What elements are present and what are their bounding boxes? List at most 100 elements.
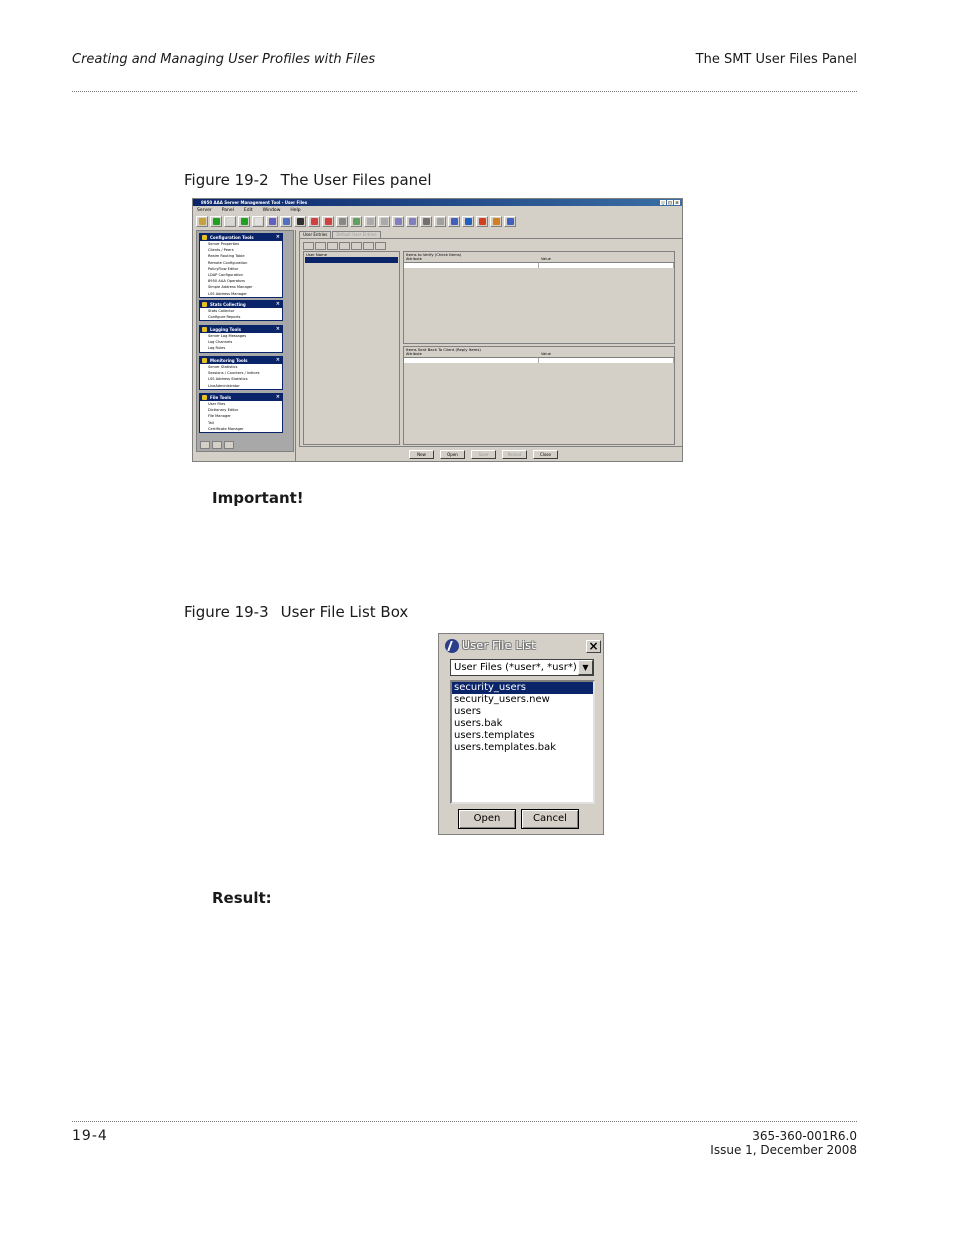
toolbar-button[interactable] bbox=[434, 216, 446, 227]
menu-item[interactable]: Panel bbox=[222, 207, 234, 214]
list-item[interactable]: users.templates.bak bbox=[452, 742, 593, 754]
smt-tools-sidebar: Configuration ToolsServer PropertiesClie… bbox=[196, 230, 294, 452]
toolbar-button[interactable] bbox=[490, 216, 502, 227]
tool-group-header[interactable]: Monitoring Tools bbox=[200, 357, 282, 364]
panel-tool-icon[interactable] bbox=[339, 242, 350, 250]
down-arrow-icon[interactable] bbox=[375, 242, 386, 250]
toolbar-button[interactable] bbox=[392, 216, 404, 227]
figure-caption-text: The User Files panel bbox=[280, 171, 432, 189]
file-list[interactable]: security_users security_users.new users use… bbox=[450, 680, 595, 804]
toolbar-button[interactable] bbox=[280, 216, 292, 227]
toolbar-button[interactable] bbox=[294, 216, 306, 227]
open-button[interactable]: Open bbox=[458, 809, 516, 829]
figure-caption-text: User File List Box bbox=[280, 603, 409, 621]
toolbar-button[interactable] bbox=[336, 216, 348, 227]
table-row[interactable] bbox=[404, 263, 674, 268]
toolbar-button[interactable] bbox=[308, 216, 320, 227]
new-button[interactable]: New bbox=[409, 450, 434, 459]
open-button[interactable]: Open bbox=[440, 450, 465, 459]
list-item[interactable]: users.templates bbox=[452, 730, 593, 742]
user-file-list-dialog: User File List × User Files (*user*, *us… bbox=[438, 633, 604, 835]
toolbar-icon bbox=[380, 218, 388, 225]
selected-user-row[interactable] bbox=[305, 257, 398, 263]
tool-item[interactable]: Log Rules bbox=[200, 345, 282, 351]
toolbar-icon bbox=[436, 218, 444, 225]
section-title: The SMT User Files Panel bbox=[695, 52, 857, 67]
menu-item[interactable]: Help bbox=[290, 207, 300, 214]
toolbar-button[interactable] bbox=[224, 216, 236, 227]
toolbar-button[interactable] bbox=[406, 216, 418, 227]
toolbar-button[interactable] bbox=[476, 216, 488, 227]
panel-tool-icon[interactable] bbox=[327, 242, 338, 250]
toolbar-button[interactable] bbox=[462, 216, 474, 227]
cancel-button[interactable]: Cancel bbox=[521, 809, 579, 829]
figure-number: Figure 19-2 bbox=[184, 171, 269, 189]
list-item[interactable]: security_users.new bbox=[452, 694, 593, 706]
panel-tool-icon[interactable] bbox=[315, 242, 326, 250]
toolbar-icon bbox=[254, 218, 262, 225]
maximize-icon[interactable]: □ bbox=[667, 200, 673, 205]
chapter-title: Creating and Managing User Profiles with… bbox=[72, 52, 376, 67]
user-name-list[interactable]: User Name bbox=[303, 251, 400, 445]
sidebar-tool-icon[interactable] bbox=[200, 441, 210, 449]
minimize-icon[interactable]: _ bbox=[660, 200, 666, 205]
sidebar-tool-icon[interactable] bbox=[224, 441, 234, 449]
tool-group-header[interactable]: Logging Tools bbox=[200, 326, 282, 333]
toolbar-button[interactable] bbox=[350, 216, 362, 227]
tool-item[interactable]: Certificate Manager bbox=[200, 426, 282, 432]
list-item[interactable]: users bbox=[452, 706, 593, 718]
toolbar-button[interactable] bbox=[448, 216, 460, 227]
toolbar-button[interactable] bbox=[364, 216, 376, 227]
splitter[interactable] bbox=[295, 230, 296, 461]
value-column-header: Value bbox=[541, 257, 551, 261]
toolbar-button[interactable] bbox=[322, 216, 334, 227]
tool-group: Configuration ToolsServer PropertiesClie… bbox=[199, 233, 283, 298]
up-arrow-icon[interactable] bbox=[363, 242, 374, 250]
tab-default-user-entries[interactable]: Default User Entries bbox=[332, 231, 381, 238]
tool-item[interactable]: LiveAdministrator bbox=[200, 383, 282, 389]
reload-button[interactable]: Reload bbox=[502, 450, 527, 459]
menu-item[interactable]: Edit bbox=[244, 207, 253, 214]
tool-group-header[interactable]: Stats Collecting bbox=[200, 301, 282, 308]
doc-number: 365-360-001R6.0 bbox=[752, 1129, 857, 1143]
smt-window-title: 8950 AAA Server Management Tool - User F… bbox=[201, 200, 308, 205]
list-item[interactable]: users.bak bbox=[452, 718, 593, 730]
close-button[interactable]: Close bbox=[533, 450, 558, 459]
smt-window-controls: _ □ × bbox=[660, 200, 680, 205]
table-row[interactable] bbox=[404, 358, 674, 363]
list-item[interactable]: security_users bbox=[452, 682, 593, 694]
toolbar-icon bbox=[268, 218, 276, 225]
toolbar-button[interactable] bbox=[266, 216, 278, 227]
tool-item[interactable]: Configure Reports bbox=[200, 314, 282, 320]
tool-group-header[interactable]: File Tools bbox=[200, 394, 282, 401]
panel-tool-icon[interactable] bbox=[351, 242, 362, 250]
sidebar-tool-icon[interactable] bbox=[212, 441, 222, 449]
figure-number: Figure 19-3 bbox=[184, 603, 269, 621]
figure-19-2-caption: Figure 19-2 The User Files panel bbox=[184, 171, 432, 189]
menu-item[interactable]: Server bbox=[197, 207, 212, 214]
chevron-down-icon[interactable]: ▼ bbox=[578, 660, 593, 675]
toolbar-button[interactable] bbox=[252, 216, 264, 227]
toolbar-button[interactable] bbox=[210, 216, 222, 227]
toolbar-button[interactable] bbox=[238, 216, 250, 227]
toolbar-button[interactable] bbox=[504, 216, 516, 227]
toolbar-button[interactable] bbox=[378, 216, 390, 227]
figure-19-3-caption: Figure 19-3 User File List Box bbox=[184, 603, 408, 621]
toolbar-icon bbox=[282, 218, 290, 225]
tab-user-entries[interactable]: User Entries bbox=[299, 231, 332, 238]
tool-item[interactable]: LSS Address Manager bbox=[200, 291, 282, 297]
toolbar-button[interactable] bbox=[420, 216, 432, 227]
toolbar-icon bbox=[338, 218, 346, 225]
toolbar-button[interactable] bbox=[196, 216, 208, 227]
panel-tool-icon[interactable] bbox=[303, 242, 314, 250]
close-icon[interactable]: × bbox=[586, 640, 601, 653]
file-filter-select[interactable]: User Files (*user*, *usr*) ▼ bbox=[450, 659, 594, 676]
toolbar-icon bbox=[324, 218, 332, 225]
toolbar-icon bbox=[492, 218, 500, 225]
toolbar-icon bbox=[450, 218, 458, 225]
menu-item[interactable]: Window bbox=[263, 207, 281, 214]
save-button[interactable]: Save bbox=[471, 450, 496, 459]
toolbar-icon bbox=[296, 218, 304, 225]
tool-group-header[interactable]: Configuration Tools bbox=[200, 234, 282, 241]
close-icon[interactable]: × bbox=[674, 200, 680, 205]
